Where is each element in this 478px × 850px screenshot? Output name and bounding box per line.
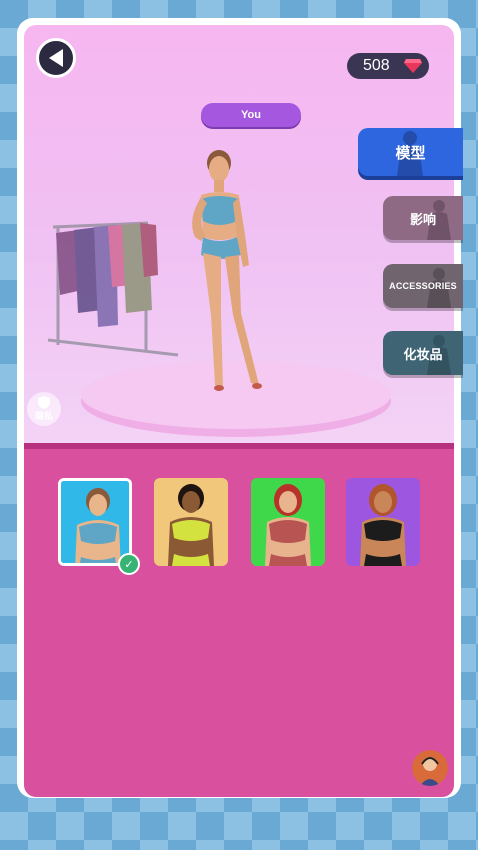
gem-count: 508: [363, 57, 390, 74]
back-button[interactable]: [36, 38, 76, 78]
character-portrait: [251, 478, 325, 566]
tab-influence[interactable]: 影响: [383, 196, 463, 240]
clothes-rack-icon: [48, 221, 179, 357]
tab-cosmetics[interactable]: 化妆品: [383, 331, 463, 375]
character-portrait: [346, 478, 420, 566]
selected-check-icon: ✓: [118, 553, 140, 575]
tab-accessories[interactable]: ACCESSORIES: [383, 264, 463, 308]
privacy-button[interactable]: 隐私: [27, 392, 61, 426]
tab-influence-label: 影响: [409, 211, 436, 227]
player-tag: You: [201, 103, 301, 127]
character-card-1[interactable]: [58, 478, 132, 566]
character-card-4[interactable]: [346, 478, 420, 566]
character-card-3[interactable]: [251, 478, 325, 566]
customer-support-button[interactable]: [412, 750, 448, 786]
tab-model-label: 模型: [395, 144, 426, 162]
gem-icon: [404, 59, 422, 73]
avatar-model: [192, 150, 262, 391]
support-agent-icon: [412, 750, 448, 786]
shield-icon: [38, 396, 50, 409]
tab-model[interactable]: 模型: [358, 128, 463, 176]
tab-accessories-label: ACCESSORIES: [389, 281, 457, 291]
character-card-2[interactable]: [154, 478, 228, 566]
tab-cosmetics-label: 化妆品: [403, 346, 443, 362]
back-arrow-icon: [49, 49, 63, 67]
privacy-label: 隐私: [34, 411, 53, 421]
character-portrait: [154, 478, 228, 566]
gem-counter: 508: [347, 53, 429, 79]
character-portrait: [61, 481, 129, 563]
